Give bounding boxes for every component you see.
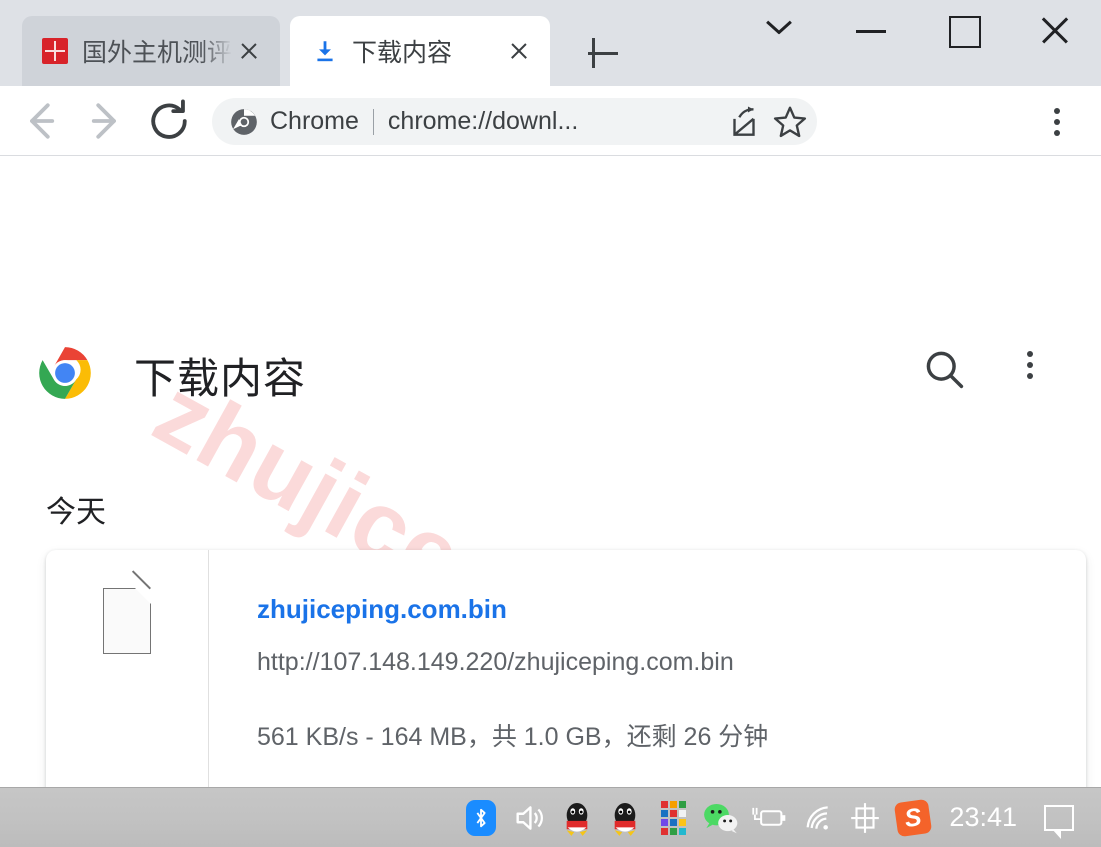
search-icon[interactable] [922,347,966,391]
browser-menu-icon[interactable] [1039,104,1075,140]
download-source-url: http://107.148.149.220/zhujiceping.com.b… [257,648,734,676]
tab-title: 国外主机测评 [82,39,232,67]
tab-background-site[interactable]: 国外主机测评 [22,16,280,86]
date-group-header: 今天 [46,496,106,529]
back-button[interactable] [14,94,68,148]
forward-button[interactable] [78,94,132,148]
window-controls [733,0,1101,86]
qq-icon-2[interactable] [601,794,649,842]
tab-search-chevron-down-icon[interactable] [733,0,825,62]
browser-window: 国外主机测评 下载内容 Chrome chrome://downl... 下载内… [0,0,1101,847]
file-icon-column [46,550,209,787]
generic-file-icon [103,570,152,654]
download-icon [312,38,338,64]
tab-close-icon[interactable] [502,34,536,68]
minimize-button[interactable] [825,0,917,62]
downloads-menu-icon[interactable] [1012,347,1048,387]
share-icon[interactable] [725,103,763,141]
ime-icon[interactable] [841,794,889,842]
maximize-button[interactable] [917,0,1009,62]
omnibox-url-text[interactable]: chrome://downl... [388,107,725,136]
tab-downloads[interactable]: 下载内容 [290,16,550,86]
taskbar-clock[interactable]: 23:41 [949,802,1017,833]
sogou-letter: S [894,798,933,837]
download-filename-link[interactable]: zhujiceping.com.bin [257,594,507,625]
qq-icon[interactable] [553,794,601,842]
wechat-icon[interactable] [697,794,745,842]
omnibox-separator [372,108,374,135]
browser-toolbar: Chrome chrome://downl... [0,86,1101,156]
address-bar[interactable]: Chrome chrome://downl... [212,98,817,145]
battery-icon[interactable] [745,794,793,842]
tab-close-icon[interactable] [232,34,266,68]
chrome-logo [38,346,92,400]
wifi-icon[interactable] [793,794,841,842]
color-grid-icon[interactable] [649,794,697,842]
download-details: zhujiceping.com.bin http://107.148.149.2… [209,550,1101,787]
notification-icon[interactable] [1035,794,1083,842]
close-window-button[interactable] [1009,0,1101,62]
downloads-page: zhujiceping.com 下载内容 今天 [0,157,1101,787]
tab-title: 下载内容 [352,39,453,67]
volume-icon[interactable] [505,794,553,842]
reload-button[interactable] [142,94,196,148]
chrome-gray-icon [230,108,258,136]
sogou-icon[interactable]: S [889,794,937,842]
new-tab-button[interactable] [578,28,628,78]
omnibox-brand-label: Chrome [270,107,359,135]
windows-taskbar: S 23:41 [0,787,1101,847]
page-title: 下载内容 [134,355,307,402]
bluetooth-icon[interactable] [457,794,505,842]
download-item-card: zhujiceping.com.bin http://107.148.149.2… [46,550,1086,787]
tab-strip: 国外主机测评 下载内容 [0,0,1101,86]
download-status-text: 561 KB/s - 164 MB，共 1.0 GB，还剩 26 分钟 [257,723,769,751]
bookmark-star-icon[interactable] [771,103,809,141]
site-favicon-icon [42,38,68,64]
